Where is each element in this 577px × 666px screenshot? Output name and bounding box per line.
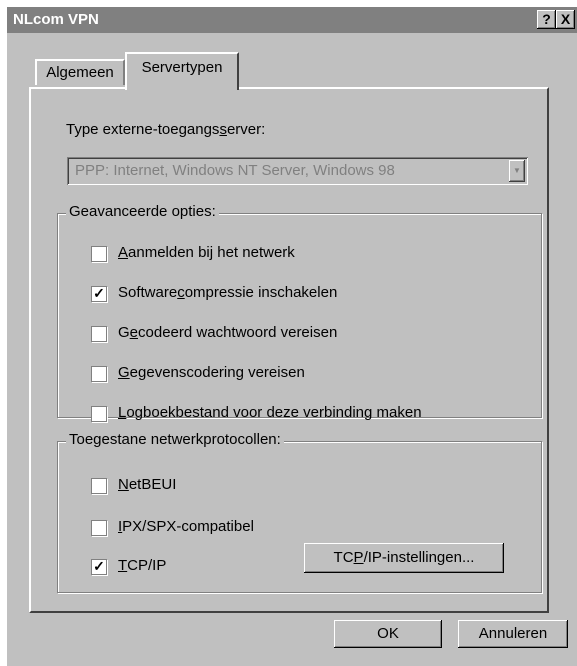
checkbox-logboekbestand[interactable] xyxy=(92,407,106,421)
close-button[interactable]: X xyxy=(556,10,575,29)
tab-algemeen-label: Algemeen xyxy=(46,64,114,81)
btn-post: /IP-instellingen... xyxy=(363,549,475,566)
cbl-post: anmelden bij het netwerk xyxy=(128,244,295,261)
checkbox-gegevenscodering[interactable] xyxy=(92,367,106,381)
tab-panel: Type externe-toegangsserver: PPP: Intern… xyxy=(29,87,549,613)
window-title: NLcom VPN xyxy=(13,11,99,28)
server-type-dropdown[interactable]: PPP: Internet, Windows NT Server, Window… xyxy=(67,157,528,185)
chevron-down-icon[interactable]: ▼ xyxy=(509,160,525,182)
cbl-post: ompressie inschakelen xyxy=(184,284,338,301)
server-type-label-accel: s xyxy=(219,121,227,138)
checkbox-label[interactable]: IPX/SPX-compatibel xyxy=(118,518,254,535)
checkbox-netbeui[interactable] xyxy=(92,479,106,493)
cbl-pre: Software xyxy=(118,284,178,301)
tab-algemeen[interactable]: Algemeen xyxy=(35,59,125,85)
tab-servertypen-label: Servertypen xyxy=(141,59,223,76)
checkbox-ipx-spx[interactable] xyxy=(92,521,106,535)
ok-button[interactable]: OK xyxy=(334,620,442,648)
advanced-options-title: Geavanceerde opties: xyxy=(66,203,219,220)
server-type-label-pre: Type externe-toegangs xyxy=(66,121,220,138)
cbl-post: etBEUI xyxy=(128,476,177,493)
server-type-value: PPP: Internet, Windows NT Server, Window… xyxy=(75,162,395,179)
checkbox-softwarecompressie[interactable]: ✓ xyxy=(92,285,106,301)
dialog-window: NLcom VPN ? X Algemeen Servertypen Type … xyxy=(7,7,577,666)
check-icon: ✓ xyxy=(93,285,105,301)
title-bar[interactable]: NLcom VPN ? X xyxy=(7,7,577,33)
cbl-post: CP/IP xyxy=(127,557,167,574)
cbl-post: codeerd wachtwoord vereisen xyxy=(138,324,338,341)
cbl-acc: e xyxy=(129,324,139,341)
server-type-label: Type externe-toegangsserver: xyxy=(66,121,265,138)
checkbox-label[interactable]: NetBEUI xyxy=(118,476,176,493)
cbl-acc: A xyxy=(118,244,129,261)
protocols-title: Toegestane netwerkprotocollen: xyxy=(66,431,284,448)
btn-acc: P xyxy=(353,549,364,566)
help-button[interactable]: ? xyxy=(537,10,556,29)
cancel-button[interactable]: Annuleren xyxy=(458,620,568,648)
checkbox-label[interactable]: Gegevenscodering vereisen xyxy=(118,364,305,381)
cbl-post: egevenscodering vereisen xyxy=(129,364,305,381)
checkbox-tcp-ip[interactable]: ✓ xyxy=(92,558,106,574)
btn-pre: TC xyxy=(333,549,354,566)
cbl-post: PX/SPX-compatibel xyxy=(122,518,254,535)
cbl-acc: N xyxy=(118,476,129,493)
checkbox-label[interactable]: Gecodeerd wachtwoord vereisen xyxy=(118,324,337,341)
checkbox-aanmelden[interactable] xyxy=(92,247,106,261)
cbl-acc: T xyxy=(118,557,128,574)
cbl-acc: c xyxy=(177,284,185,301)
tcpip-settings-button[interactable]: TCP/IP-instellingen... xyxy=(304,543,504,573)
advanced-options-group: Geavanceerde opties: Aanmelden bij het n… xyxy=(57,203,542,421)
cbl-post: ogboekbestand voor deze verbinding maken xyxy=(126,404,422,421)
checkbox-label[interactable]: Logboekbestand voor deze verbinding make… xyxy=(118,404,422,421)
cbl-acc: G xyxy=(118,364,130,381)
checkbox-label[interactable]: Softwarecompressie inschakelen xyxy=(118,284,337,301)
checkbox-label[interactable]: TCP/IP xyxy=(118,557,166,574)
checkbox-gecodeerd[interactable] xyxy=(92,327,106,341)
server-type-label-post: erver: xyxy=(226,121,266,138)
tab-servertypen[interactable]: Servertypen xyxy=(125,52,239,90)
checkbox-label[interactable]: Aanmelden bij het netwerk xyxy=(118,244,295,261)
protocols-group: Toegestane netwerkprotocollen: NetBEUI I… xyxy=(57,431,542,593)
cbl-pre: G xyxy=(118,324,130,341)
check-icon: ✓ xyxy=(93,558,105,574)
